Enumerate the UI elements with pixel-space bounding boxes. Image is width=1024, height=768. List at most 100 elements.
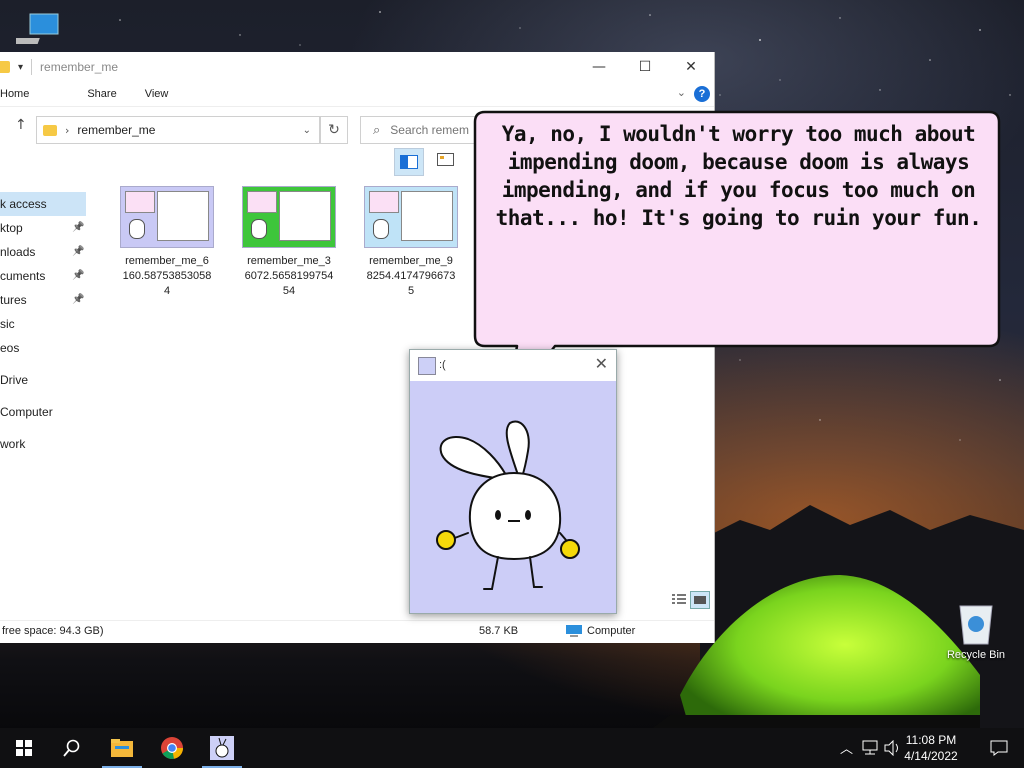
nav-item[interactable]: ktop 📌	[0, 216, 90, 240]
address-folder-icon	[43, 124, 57, 136]
network-icon[interactable]	[862, 740, 880, 756]
file-item[interactable]: remember_me_9 8254.4174796673 5	[350, 186, 472, 299]
popup-titlebar[interactable]: :( ✕	[410, 350, 616, 380]
bunny-app-icon	[210, 736, 234, 760]
clock-time: 11:08 PM	[905, 733, 957, 747]
file-thumbnail	[120, 186, 214, 248]
breadcrumb-chevron-icon[interactable]: ›	[65, 124, 69, 137]
tray-overflow-chevron-icon[interactable]: ︿	[840, 738, 853, 757]
file-name-line: remember_me_9	[369, 255, 453, 267]
view-options-button[interactable]	[432, 148, 462, 174]
computer-icon	[7, 13, 59, 44]
ribbon-expand-icon[interactable]: ⌄	[677, 86, 686, 99]
ribbon-tabs: Home Share View ⌄ ?	[0, 82, 714, 107]
tab-view[interactable]: View	[145, 88, 186, 100]
nav-item-label: eos	[0, 341, 20, 355]
file-name-line: 6072.5658199754	[244, 270, 334, 282]
nav-item[interactable]: tures 📌	[0, 288, 90, 312]
minimize-button[interactable]: —	[576, 52, 622, 82]
system-tray: ︿ 11:08 PM 4/14/2022	[824, 728, 1024, 768]
up-arrow-icon[interactable]: ↑	[15, 117, 27, 133]
tab-share[interactable]: Share	[87, 88, 133, 100]
window-title: remember_me	[40, 60, 119, 74]
nav-item-label: Computer	[0, 405, 53, 419]
details-view-icon[interactable]	[670, 591, 688, 607]
status-location: Computer	[566, 625, 635, 637]
large-icons-view-icon[interactable]	[690, 591, 710, 609]
speech-bubble-text: Ya, no, I wouldn't worry too much about …	[486, 120, 991, 232]
file-thumbnail	[242, 186, 336, 248]
bunny-popup-window[interactable]: :( ✕	[409, 349, 617, 614]
nav-item[interactable]: Computer	[0, 400, 90, 424]
file-explorer-icon	[111, 739, 133, 757]
recycle-bin-label: Recycle Bin	[946, 649, 1006, 661]
popup-canvas	[410, 381, 616, 613]
start-button[interactable]	[0, 728, 48, 768]
address-bar[interactable]: › remember_me ⌄	[36, 116, 320, 144]
maximize-button[interactable]: ☐	[622, 52, 668, 82]
nav-item[interactable]: Drive	[0, 368, 90, 392]
search-icon: ⌕	[373, 122, 381, 138]
taskbar-chrome[interactable]	[148, 728, 196, 768]
bunny-app-icon	[418, 357, 436, 375]
recycle-bin-icon	[959, 605, 993, 645]
nav-item-label: cuments	[0, 269, 46, 283]
help-icon[interactable]: ?	[694, 86, 710, 102]
navigation-pane: k access ktop 📌 nloads 📌 cuments 📌 tures 📌 sic eos…	[0, 192, 90, 456]
pin-icon: 📌	[72, 246, 85, 257]
nav-item-label: Drive	[0, 373, 29, 387]
speech-line-2: impending doom, because doom is always	[507, 150, 970, 174]
popup-close-button[interactable]: ✕	[595, 354, 608, 373]
address-path: remember_me	[77, 123, 156, 137]
nav-item[interactable]: eos	[0, 336, 90, 360]
taskbar-bunny-app[interactable]	[198, 728, 246, 768]
file-name-line: remember_me_3	[247, 255, 331, 267]
this-pc-desktop-icon[interactable]	[7, 10, 64, 52]
nav-item-label: sic	[0, 317, 15, 331]
file-name-line: 8254.4174796673	[366, 270, 456, 282]
file-name-line: 160.58753853058	[122, 270, 212, 282]
file-name-line: remember_me_6	[125, 255, 209, 267]
status-location-text: Computer	[587, 625, 636, 637]
preview-pane-button[interactable]	[394, 148, 424, 176]
clock-date: 4/14/2022	[904, 749, 958, 763]
chrome-icon	[161, 737, 183, 759]
nav-item[interactable]: sic	[0, 312, 90, 336]
close-button[interactable]: ✕	[668, 52, 714, 82]
nav-item[interactable]: work	[0, 432, 90, 456]
nav-item-label: k access	[0, 197, 47, 211]
nav-item[interactable]: nloads 📌	[0, 240, 90, 264]
taskbar-clock[interactable]: 11:08 PM 4/14/2022	[896, 732, 966, 764]
speech-line-4: that... ho! It's going to ruin your fun.	[495, 206, 982, 230]
status-size: 58.7 KB	[479, 625, 519, 637]
layout-switcher	[670, 591, 710, 609]
titlebar-separator	[31, 59, 33, 75]
file-item[interactable]: remember_me_3 6072.5658199754 54	[228, 186, 350, 299]
status-bar: free space: 94.3 GB) 58.7 KB Computer	[0, 591, 714, 643]
windows-logo-icon	[16, 740, 32, 756]
address-dropdown-icon[interactable]: ⌄	[303, 125, 311, 136]
file-item[interactable]: remember_me_6 160.58753853058 4	[106, 186, 228, 299]
nav-item-label: nloads	[0, 245, 36, 259]
taskbar-search-button[interactable]	[48, 728, 96, 768]
recycle-bin-desktop-icon[interactable]: Recycle Bin	[940, 600, 1012, 661]
tab-home[interactable]: Home	[0, 88, 46, 100]
nav-item[interactable]: k access	[0, 192, 86, 216]
file-list: remember_me_6 160.58753853058 4 remember_me…	[106, 186, 472, 299]
pin-icon: 📌	[72, 222, 85, 233]
refresh-button[interactable]: ↻	[320, 116, 348, 144]
nav-item-label: tures	[0, 293, 27, 307]
file-name-line: 4	[163, 285, 171, 297]
popup-title: :(	[439, 359, 446, 371]
status-free-space: free space: 94.3 GB)	[2, 625, 104, 637]
quick-access-dropdown-icon[interactable]: ▾	[18, 62, 23, 73]
nav-item[interactable]: cuments 📌	[0, 264, 90, 288]
taskbar-file-explorer[interactable]	[98, 728, 146, 768]
pin-icon: 📌	[72, 294, 85, 305]
computer-small-icon	[566, 625, 582, 637]
pin-icon: 📌	[72, 270, 85, 281]
search-icon	[63, 739, 80, 757]
notifications-icon[interactable]	[990, 740, 1008, 756]
explorer-titlebar[interactable]: ▾ remember_me — ☐ ✕	[0, 52, 714, 82]
preview-pane-icon	[400, 155, 418, 169]
